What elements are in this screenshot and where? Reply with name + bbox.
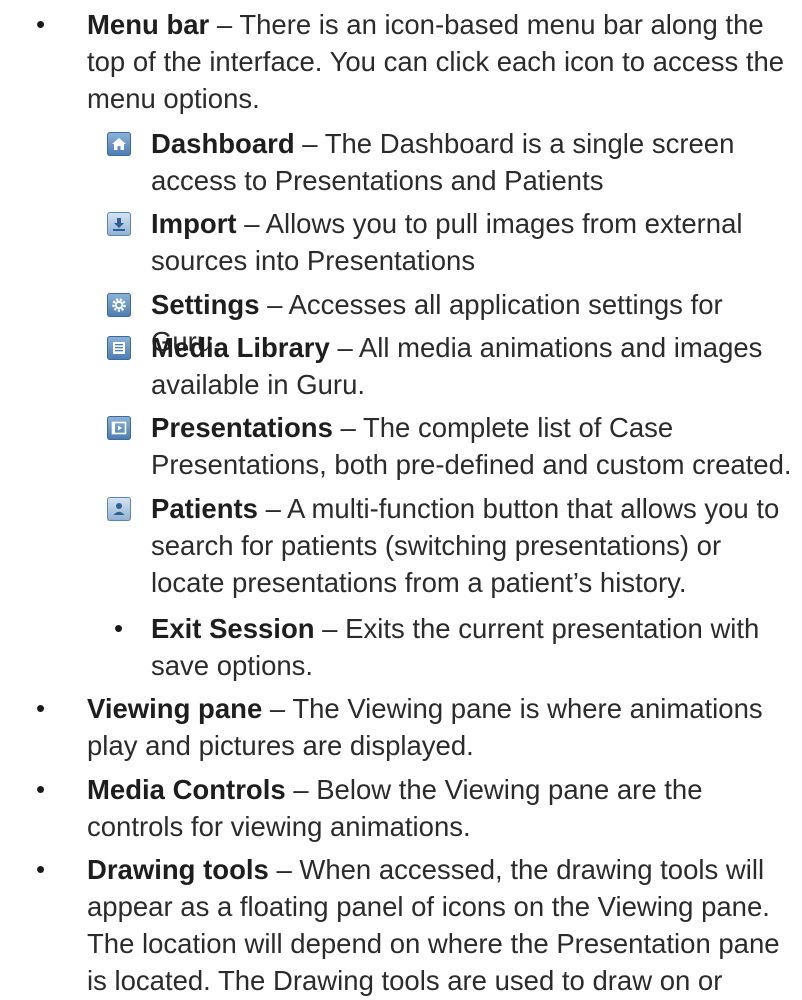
term: Patients [151, 493, 258, 524]
term: Presentations [151, 412, 333, 443]
list-item-text: Import – Allows you to pull images from … [151, 205, 792, 279]
description: – Allows you to pull images from externa… [151, 208, 743, 276]
bullet: • [36, 854, 46, 884]
list-item-text: Media Library – All media animations and… [151, 329, 792, 403]
term: Drawing tools [87, 854, 269, 885]
list-item-text: Drawing tools – When accessed, the drawi… [87, 851, 792, 999]
bullet: • [114, 613, 124, 643]
list-item-text: Viewing pane – The Viewing pane is where… [87, 690, 792, 764]
list-item-text: Media Controls – Below the Viewing pane … [87, 771, 792, 845]
bullet: • [36, 774, 46, 804]
import-icon [107, 212, 131, 236]
film-icon [107, 416, 131, 440]
list-icon [107, 336, 131, 360]
gear-icon [107, 293, 131, 317]
home-icon [107, 132, 131, 156]
bullet: • [36, 9, 46, 39]
term: Import [151, 208, 237, 239]
term: Exit Session [151, 613, 315, 644]
term: Viewing pane [87, 693, 263, 724]
term: Media Controls [87, 774, 286, 805]
person-icon [107, 497, 131, 521]
list-item-text: Menu bar – There is an icon-based menu b… [87, 6, 792, 117]
list-item-text: Exit Session – Exits the current present… [151, 610, 792, 684]
list-item-text: Patients – A multi-function button that … [151, 490, 792, 601]
bullet: • [36, 693, 46, 723]
term: Menu bar [87, 9, 210, 40]
term: Settings [151, 289, 260, 320]
list-item-text: Dashboard – The Dashboard is a single sc… [151, 125, 792, 199]
term: Media Library [151, 332, 330, 363]
term: Dashboard [151, 128, 295, 159]
list-item-text: Presentations – The complete list of Cas… [151, 409, 792, 483]
